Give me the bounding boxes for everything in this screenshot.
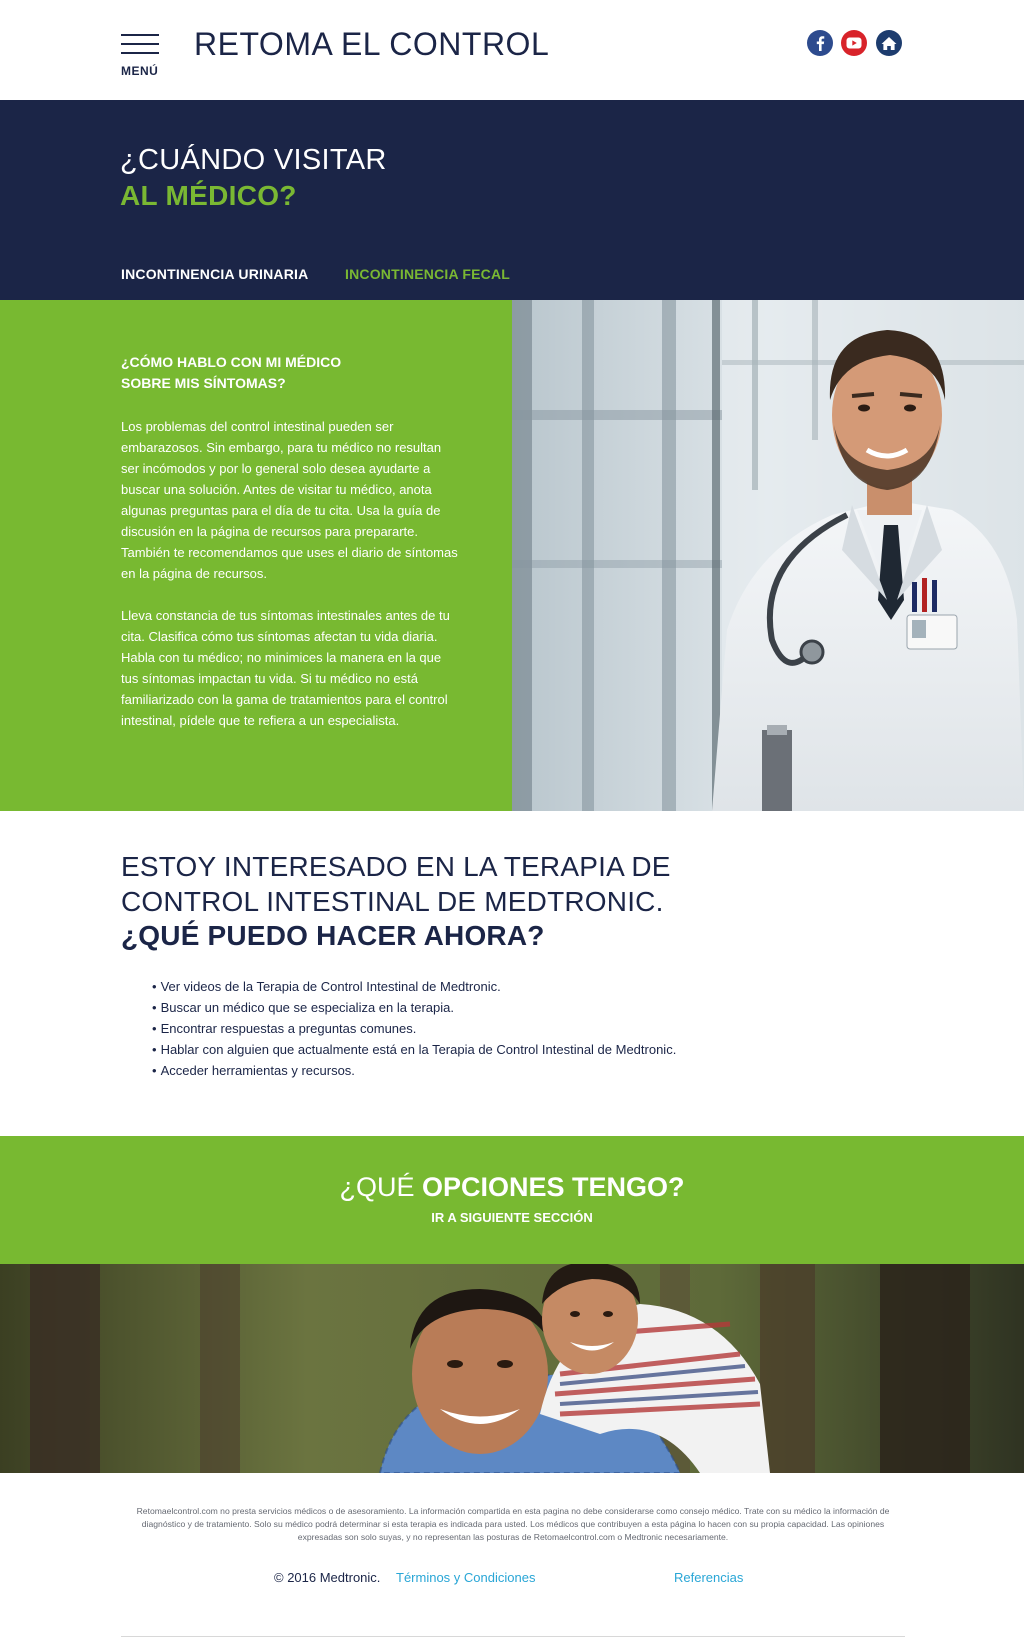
doctor-photo	[512, 300, 1024, 811]
hamburger-icon-bar	[121, 52, 159, 54]
interest-title-line1: ESTOY INTERESADO EN LA TERAPIA DE	[121, 851, 671, 882]
facebook-button[interactable]	[807, 30, 833, 56]
hero-title-line2: AL MÉDICO?	[120, 180, 297, 211]
footer-divider	[121, 1636, 905, 1637]
youtube-icon	[846, 37, 862, 49]
talk-paragraph-2: Lleva constancia de tus síntomas intesti…	[121, 608, 450, 728]
tab-incontinencia-fecal[interactable]: INCONTINENCIA FECAL	[345, 266, 510, 282]
facebook-icon	[816, 36, 825, 51]
tab-incontinencia-urinaria[interactable]: INCONTINENCIA URINARIA	[121, 266, 308, 282]
talk-title-line1: ¿CÓMO HABLO CON MI MÉDICO	[121, 354, 342, 370]
copyright-text: © 2016 Medtronic.	[274, 1570, 381, 1585]
site-header: MENÚ RETOMA EL CONTROL	[0, 0, 1024, 100]
hamburger-icon	[121, 34, 159, 36]
site-footer: Retomaelcontrol.com no presta servicios …	[0, 1473, 1024, 1638]
talk-title-line2: SOBRE MIS SÍNTOMAS?	[121, 375, 286, 391]
talk-to-doctor-panel: ¿CÓMO HABLO CON MI MÉDICO SOBRE MIS SÍNT…	[0, 300, 512, 811]
family-photo	[0, 1264, 1024, 1473]
talk-paragraph-1: Los problemas del control intestinal pue…	[121, 419, 458, 581]
next-steps-list: Ver videos de la Terapia de Control Inte…	[152, 976, 677, 1081]
youtube-button[interactable]	[841, 30, 867, 56]
list-item[interactable]: Ver videos de la Terapia de Control Inte…	[152, 976, 676, 997]
options-banner[interactable]: ¿QUÉ OPCIONES TENGO? IR A SIGUIENTE SECC…	[0, 1136, 1024, 1264]
site-title[interactable]: RETOMA EL CONTROL	[194, 26, 549, 63]
footer-disclaimer: Retomaelcontrol.com no presta servicios …	[136, 1506, 890, 1542]
home-icon	[881, 36, 897, 50]
menu-label: MENÚ	[121, 64, 159, 78]
interest-title-line2: CONTROL INTESTINAL DE MEDTRONIC.	[121, 886, 664, 917]
list-item[interactable]: Encontrar respuestas a preguntas comunes…	[152, 1018, 676, 1039]
list-item[interactable]: Hablar con alguien que actualmente está …	[152, 1039, 677, 1060]
home-button[interactable]	[876, 30, 902, 56]
options-title: ¿QUÉ OPCIONES TENGO?	[0, 1172, 1024, 1203]
interest-section: ESTOY INTERESADO EN LA TERAPIA DE CONTRO…	[0, 811, 1024, 1136]
terms-link[interactable]: Términos y Condiciones	[396, 1570, 535, 1585]
interest-title-line3: ¿QUÉ PUEDO HACER AHORA?	[121, 920, 545, 951]
references-link[interactable]: Referencias	[674, 1570, 743, 1585]
list-item[interactable]: Acceder herramientas y recursos.	[152, 1060, 676, 1081]
list-item[interactable]: Buscar un médico que se especializa en l…	[152, 997, 676, 1018]
talk-section-title: ¿CÓMO HABLO CON MI MÉDICO SOBRE MIS SÍNT…	[121, 352, 481, 394]
options-title-bold: OPCIONES TENGO?	[421, 1172, 685, 1202]
menu-button[interactable]: MENÚ	[121, 34, 161, 82]
hamburger-icon-bar	[121, 43, 159, 45]
hero-section: ¿CUÁNDO VISITAR AL MÉDICO? INCONTINENCIA…	[0, 100, 1024, 300]
next-section-link[interactable]: IR A SIGUIENTE SECCIÓN	[0, 1210, 1024, 1225]
hero-title-line1: ¿CUÁNDO VISITAR	[120, 144, 387, 176]
options-title-light: ¿QUÉ	[339, 1172, 422, 1202]
